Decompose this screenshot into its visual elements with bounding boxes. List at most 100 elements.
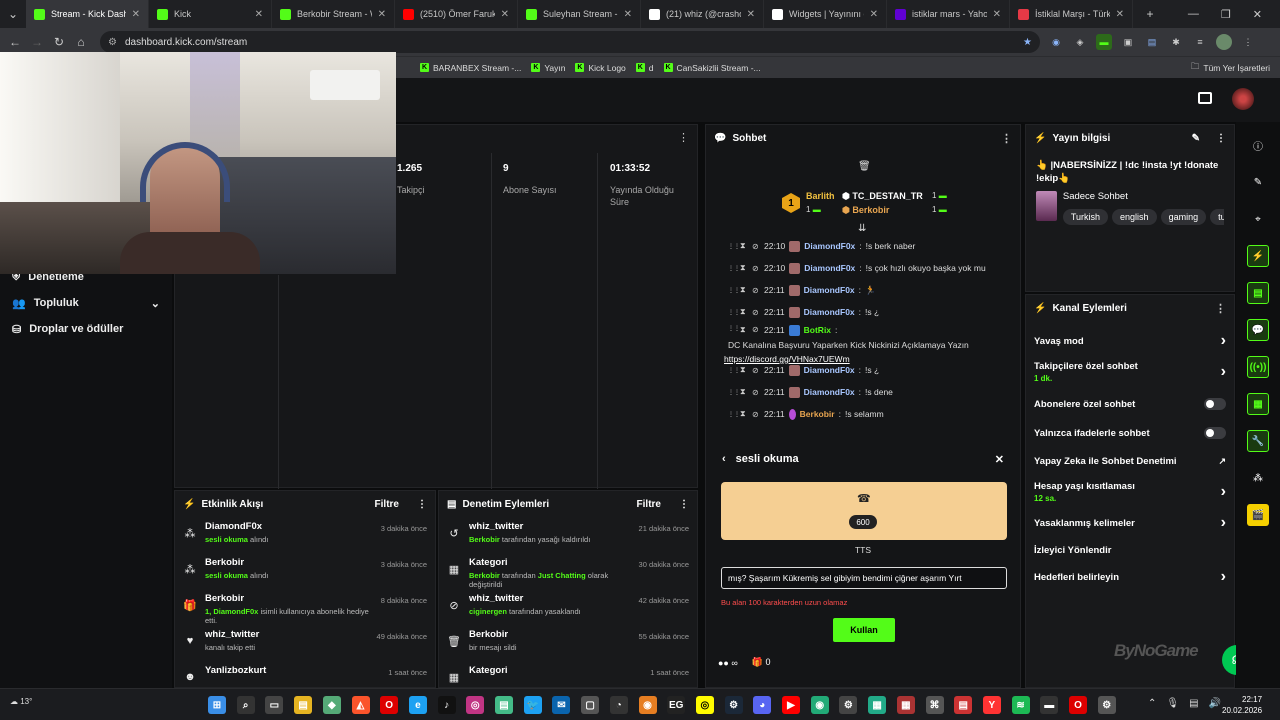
activity-user[interactable]: whiz_twitter [205,629,369,640]
channel-action-item[interactable]: Hedefleri belirleyin › [1026,563,1234,591]
expand-icon[interactable]: ⇊ [858,223,866,234]
edit-icon[interactable]: ✎ [1192,133,1200,144]
more-icon[interactable]: ⋮ [1215,302,1226,315]
timeout-icon[interactable]: ⧗ [740,387,748,397]
home-icon[interactable]: ⌂ [70,31,92,53]
tool-icon[interactable]: ▢ [581,696,600,714]
drag-icon[interactable]: ⋮⋮ [728,265,740,272]
channel-action-item[interactable]: Yasaklanmış kelimeler › [1026,509,1234,537]
browser-icon[interactable]: ◉ [638,696,657,714]
browser-tab[interactable]: (21) whiz (@crashove ✕ [641,0,764,28]
chevron-down-icon[interactable]: ⌄ [151,297,160,310]
drag-icon[interactable]: ⋮⋮ [728,389,740,396]
clapper-icon[interactable]: 🎬 [1247,504,1269,526]
ban-icon[interactable]: ⊘ [752,242,760,251]
timeout-icon[interactable]: ⧗ [740,263,748,273]
ban-icon[interactable]: ⊘ [752,388,760,397]
points-icon[interactable]: ⁂ [1247,467,1269,489]
discord-icon[interactable]: ◕ [753,696,772,714]
gift-button[interactable]: 🎁 0 [752,657,771,668]
extension-icon[interactable]: ▬ [1096,34,1112,50]
tab-list-button[interactable]: ⌄ [0,3,26,25]
chat-username[interactable]: Berkobir [800,409,835,419]
browser-tab[interactable]: istiklar mars - Yahoo ✕ [887,0,1010,28]
chat-username[interactable]: DiamondF0x [804,263,855,273]
volume-icon[interactable]: 🔊 [1209,698,1221,709]
browser-tab[interactable]: (2510) Ömer Faruk B ✕ [395,0,518,28]
more-icon[interactable]: ⋮ [678,131,689,144]
toggle-switch[interactable] [1204,427,1226,439]
outlook-icon[interactable]: ✉ [552,696,571,714]
trash-icon[interactable]: 🗑 [858,161,871,172]
game-icon[interactable]: ⌘ [925,696,944,714]
chat-username[interactable]: DiamondF0x [804,307,855,317]
tts-reward-card[interactable]: ☎ 600 [721,482,1007,540]
twitter-icon[interactable]: 🐦 [523,696,542,714]
activity-user[interactable]: DiamondF0x [205,521,373,532]
epic-games-icon[interactable]: EG [667,696,686,714]
info-icon[interactable]: ⓘ [1247,134,1269,156]
ban-icon[interactable]: ⊘ [752,308,760,317]
use-button[interactable]: Kullan [833,618,895,642]
app-icon[interactable]: ▦ [868,696,887,714]
notes-icon[interactable]: ▤ [1247,282,1269,304]
menu-icon[interactable]: ≡ [1192,34,1208,50]
back-icon[interactable]: ← [4,31,26,53]
moderation-target[interactable]: whiz_twitter [469,593,631,604]
task-view-icon[interactable]: ▭ [265,696,284,714]
timeout-icon[interactable]: ⧗ [740,285,748,295]
restore-icon[interactable]: ❐ [1221,8,1231,21]
mic-icon[interactable]: 🎙 [1166,698,1179,709]
extension-icon[interactable]: ▣ [1120,34,1136,50]
camera-icon[interactable]: ⌖ [1247,208,1269,230]
opera-icon[interactable]: O [1069,696,1087,714]
close-tab-icon[interactable]: ✕ [747,9,755,20]
close-tab-icon[interactable]: ✕ [1116,9,1124,20]
message-link[interactable]: https://discord.gg/VHNax7UEWm [724,354,1016,364]
more-icon[interactable]: ⋮ [1216,133,1226,144]
file-explorer-icon[interactable]: ▤ [294,696,313,714]
close-tab-icon[interactable]: ✕ [993,9,1001,20]
sidebar-item-drops[interactable]: ⛁ Droplar ve ödüller [0,316,172,342]
ban-icon[interactable]: ⊘ [752,366,760,375]
site-info-icon[interactable]: ⚙ [108,37,117,48]
yandex-icon[interactable]: Y [982,696,1001,714]
moderation-target[interactable]: Kategori [469,557,631,568]
url-field[interactable]: ⚙ dashboard.kick.com/stream ★ [100,31,1040,53]
channel-action-item[interactable]: Yalnızca ifadelerle sohbet [1026,419,1234,447]
browser-tab[interactable]: Kick ✕ [149,0,272,28]
moderation-actor[interactable]: ciginergen [469,607,507,616]
channel-action-item[interactable]: Yavaş mod › [1026,327,1234,355]
bookmark-item[interactable]: K Yayın [531,63,565,73]
broadcast-icon[interactable]: ((•)) [1247,356,1269,378]
lightning-icon[interactable]: ⚡ [1247,245,1269,267]
browser-tab[interactable]: Widgets | Yayınını gü ✕ [764,0,887,28]
bookmark-item[interactable]: K CanSakizlii Stream -... [663,63,761,73]
chat-username[interactable]: DiamondF0x [804,387,855,397]
extension-icon[interactable]: ◈ [1072,34,1088,50]
speedometer-icon[interactable]: ◔ [609,696,628,714]
browser-tab[interactable]: Stream - Kick Dashbo ✕ [26,0,149,28]
brave-icon[interactable]: ◭ [351,696,370,714]
app-icon[interactable]: ▤ [954,696,973,714]
extension-icon[interactable]: ▤ [1144,34,1160,50]
app-icon[interactable]: ▬ [1040,696,1059,714]
new-tab-button[interactable]: + [1139,3,1161,25]
chat-username[interactable]: BotRix [804,325,831,335]
tv-icon[interactable] [1198,92,1212,104]
more-icon[interactable]: ⋮ [1001,132,1012,145]
activity-user[interactable]: Berkobir [205,593,373,604]
profile-icon[interactable] [1216,34,1232,50]
edge-icon[interactable]: e [408,696,427,714]
drag-icon[interactable]: ⋮⋮ [728,309,740,316]
chat-username[interactable]: DiamondF0x [804,241,855,251]
stream-tag[interactable]: gaming [1160,209,1207,225]
bookmark-star-icon[interactable]: ★ [1023,37,1032,48]
bookmark-item[interactable]: K Kick Logo [575,63,626,73]
drag-icon[interactable]: ⋮⋮ [728,287,740,294]
filter-button[interactable]: Filtre [375,499,399,510]
close-tab-icon[interactable]: ✕ [501,9,509,20]
more-icon[interactable]: ⋮ [417,499,427,510]
notepad-icon[interactable]: ▤ [495,696,513,714]
browser-tab[interactable]: Suleyhan Stream - W ✕ [518,0,641,28]
